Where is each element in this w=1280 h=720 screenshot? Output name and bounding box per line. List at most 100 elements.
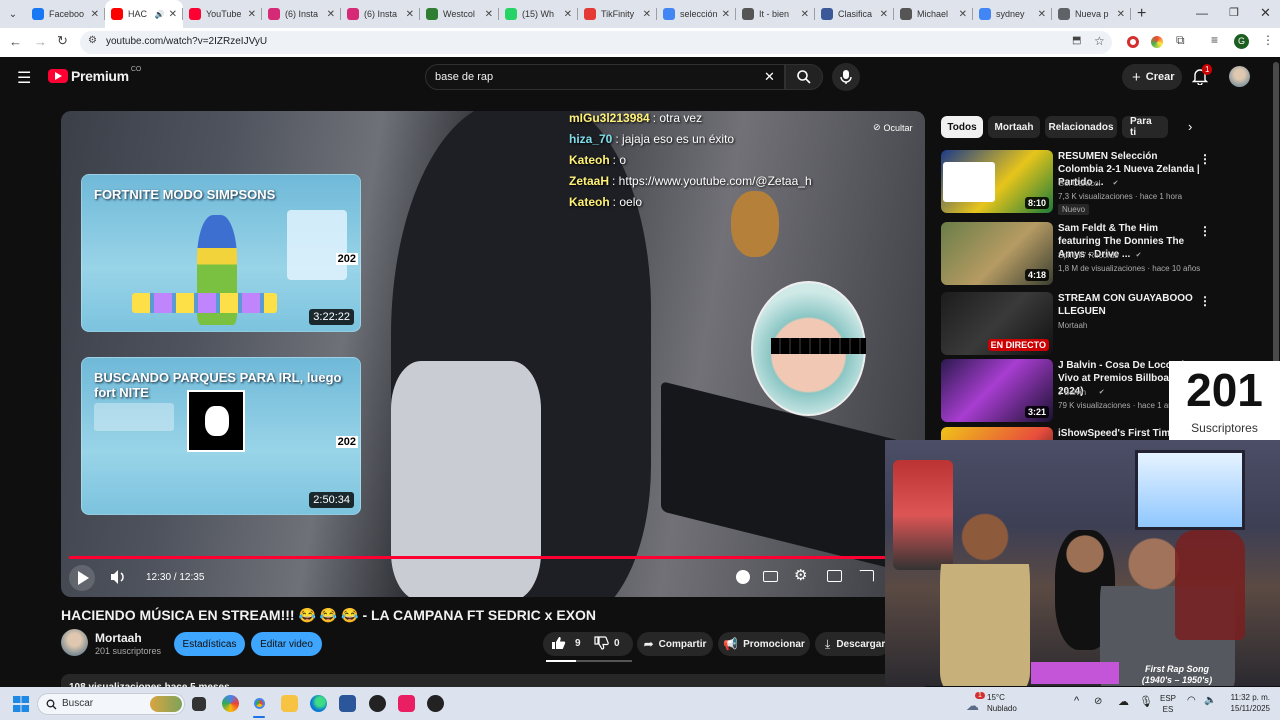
language-indicator[interactable]: ESP ES [1160,693,1176,715]
channel-avatar[interactable] [61,629,88,656]
close-tab-icon[interactable]: ✕ [722,9,730,20]
edge-icon[interactable] [310,695,327,712]
minimize-button[interactable]: — [1196,6,1208,20]
forward-icon[interactable]: → [34,34,47,49]
browser-tab[interactable]: sydney ✕ [973,0,1052,28]
bookmark-star-icon[interactable]: ☆ [1094,34,1105,48]
mute-button[interactable] [109,569,127,590]
video-thumbnail[interactable]: 4:18 [941,222,1053,285]
back-icon[interactable]: ← [9,34,22,49]
recommendation-channel[interactable]: Spinnin' Records [1058,251,1118,260]
browser-tab[interactable]: (6) Insta ✕ [341,0,420,28]
account-avatar[interactable] [1229,66,1250,87]
video-thumbnail[interactable]: EN DIRECTO [941,292,1053,355]
windows-start-icon[interactable] [13,696,29,712]
end-screen-card[interactable]: BUSCANDO PARQUES PARA IRL, luego fort NI… [81,357,361,515]
analytics-button[interactable]: Estadísticas [174,632,245,656]
close-tab-icon[interactable]: ✕ [327,9,335,20]
close-tab-icon[interactable]: ✕ [248,9,256,20]
browser-tab[interactable]: Michael ✕ [894,0,973,28]
extension-color-icon[interactable] [1151,36,1163,48]
notifications-button[interactable]: 1 [1191,64,1213,90]
recommendation-item[interactable]: 8:10 RESUMEN Selección Colombia 2-1 Nueva… [941,150,1271,215]
close-tab-icon[interactable]: ✕ [485,9,493,20]
speaker-icon[interactable]: 🔈 [1204,695,1216,706]
taskbar-search[interactable]: Buscar [37,693,185,715]
tab-audio-icon[interactable]: 🔊 [155,10,165,19]
browser-tab[interactable]: Westcol ✕ [420,0,499,28]
download-button[interactable]: ⤓ Descargar [815,632,890,656]
task-view-icon[interactable] [192,697,206,711]
chrome-taskbar-icon[interactable] [251,695,268,712]
search-text[interactable]: base de rap [435,71,493,83]
filter-chip[interactable]: Para ti [1122,116,1168,138]
chips-next-icon[interactable]: › [1188,119,1192,134]
extension-red-icon[interactable] [1127,36,1139,48]
recommendation-item[interactable]: EN DIRECTO STREAM CON GUAYABOOO LLEGUEN Mo… [941,292,1271,356]
copilot-icon[interactable] [222,695,239,712]
close-tab-icon[interactable]: ✕ [643,9,651,20]
browser-menu-icon[interactable]: ⋮ [1262,33,1274,47]
close-tab-icon[interactable]: ✕ [169,9,177,20]
recommendation-item[interactable]: 4:18 Sam Feldt & The Him featuring The Do… [941,222,1271,286]
wifi-icon[interactable]: ◠ [1187,695,1196,706]
voice-search-button[interactable] [832,63,860,91]
browser-tab[interactable]: selección ✕ [657,0,736,28]
search-input[interactable]: base de rap ✕ [425,64,785,90]
tray-chevron-icon[interactable]: ^ [1074,695,1079,707]
recommendation-channel[interactable]: Gol Caracol [1058,179,1100,188]
close-tab-icon[interactable]: ✕ [1117,9,1125,20]
media-player-icon[interactable] [427,695,444,712]
channel-name[interactable]: Mortaah [95,631,142,645]
filter-chip[interactable]: Todos [941,116,983,138]
progress-bar-fill[interactable] [69,556,911,559]
address-bar[interactable]: ⚙ youtube.com/watch?v=2IZRzeIJVyU ⬒ ☆ [80,31,1112,54]
close-tab-icon[interactable]: ✕ [406,9,414,20]
site-info-icon[interactable]: ⚙ [88,35,97,46]
close-tab-icon[interactable]: ✕ [1038,9,1046,20]
close-tab-icon[interactable]: ✕ [880,9,888,20]
browser-tab[interactable]: Faceboo ✕ [26,0,105,28]
filter-chip[interactable]: Mortaah [988,116,1040,138]
hide-overlay-button[interactable]: ⊘ Ocultar [873,122,913,133]
video-thumbnail[interactable]: 3:21 [941,359,1053,422]
autoplay-toggle-icon[interactable] [736,570,750,584]
weather-widget[interactable]: ☁ 1 15°C Nublado [966,692,1036,716]
subtitles-icon[interactable] [763,571,778,582]
video-player[interactable]: mIGu3l213984: otra vez hiza_70: jajaja es… [61,111,925,597]
url-text[interactable]: youtube.com/watch?v=2IZRzeIJVyU [106,36,267,47]
browser-tab[interactable]: (15) Wh ✕ [499,0,578,28]
maximize-button[interactable]: ❐ [1229,6,1239,19]
more-actions-icon[interactable]: ⋮ [1199,152,1211,166]
reload-icon[interactable]: ↻ [57,33,68,49]
file-explorer-icon[interactable] [281,695,298,712]
recommendation-title[interactable]: STREAM CON GUAYABOOO LLEGUEN [1058,292,1203,318]
dislike-button[interactable]: 0 [594,636,620,650]
reading-list-icon[interactable]: ≡ [1211,33,1218,47]
more-actions-icon[interactable]: ⋮ [1199,294,1211,308]
browser-tab[interactable]: HAC 🔊 ✕ [105,0,183,28]
search-button[interactable] [785,64,823,90]
share-button[interactable]: ➦ Compartir [637,632,713,656]
settings-gear-icon[interactable]: ⚙ [794,566,807,584]
close-tab-icon[interactable]: ✕ [564,9,572,20]
clear-search-icon[interactable]: ✕ [764,69,775,85]
recommendation-channel[interactable]: Mortaah [1058,321,1087,330]
obs-icon[interactable] [369,695,386,712]
network-off-icon[interactable]: ⊘ [1094,696,1102,707]
microphone-tray-icon[interactable]: 🎙 [1139,695,1153,708]
browser-tab[interactable]: Clasifica ✕ [815,0,894,28]
close-tab-icon[interactable]: ✕ [959,9,967,20]
browser-tab[interactable]: TikFinity ✕ [578,0,657,28]
end-screen-card[interactable]: FORTNITE MODO SIMPSONS 202 3:22:22 [81,174,361,332]
create-button[interactable]: + Crear [1122,64,1182,90]
scrollbar-thumb[interactable] [1273,62,1279,382]
tab-search-button[interactable]: ⌄ [0,0,26,28]
tiktok-icon[interactable] [398,695,415,712]
close-tab-icon[interactable]: ✕ [91,9,99,20]
browser-tab[interactable]: (6) Insta ✕ [262,0,341,28]
store-icon[interactable] [339,695,356,712]
filter-chip[interactable]: Relacionados [1045,116,1117,138]
browser-tab[interactable]: YouTube ✕ [183,0,262,28]
new-tab-button[interactable]: + [1137,5,1146,23]
